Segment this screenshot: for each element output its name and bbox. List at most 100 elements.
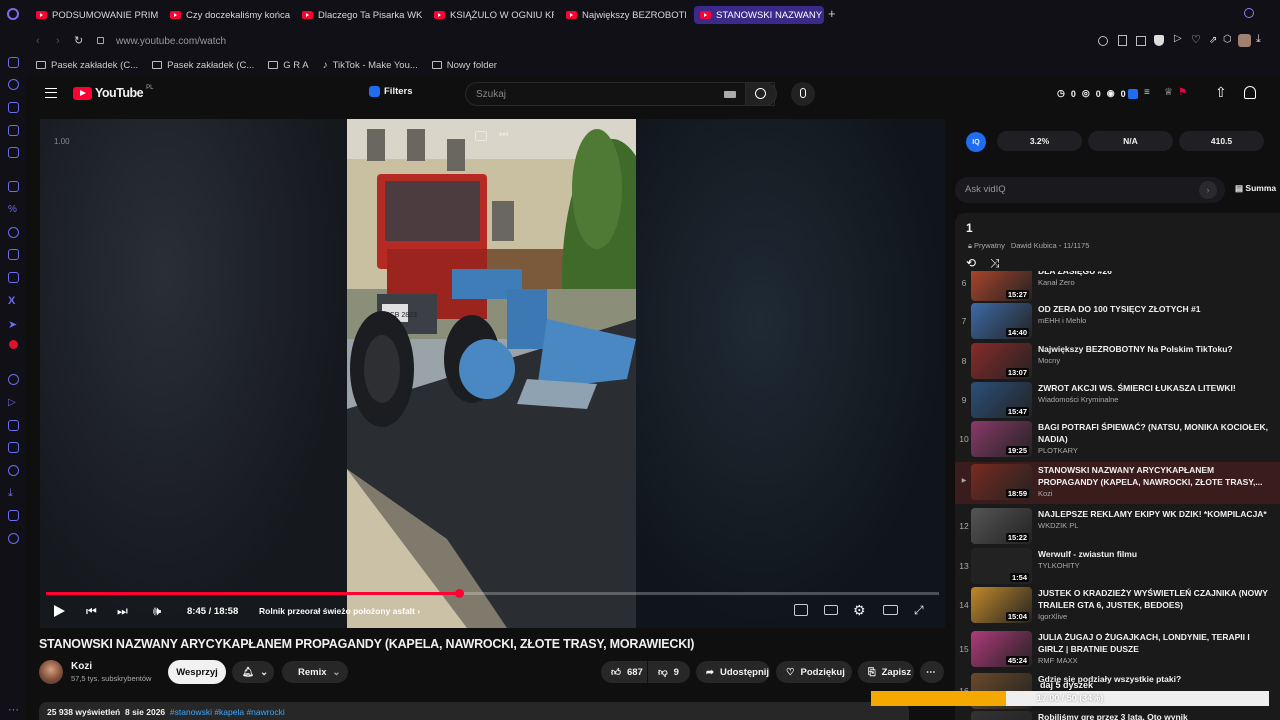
playlist-title[interactable]: 1 bbox=[966, 221, 973, 235]
playlist-item[interactable]: 8 13:07 Największy BEZROBOTNY Na Polskim T… bbox=[955, 341, 1280, 383]
channel-avatar[interactable] bbox=[39, 660, 63, 684]
browser-tab-active[interactable]: STANOWSKI NAZWANY AR bbox=[694, 6, 824, 24]
sidebar-app-icon[interactable]: % bbox=[8, 204, 19, 215]
save-button[interactable]: ⎘ Zapisz bbox=[858, 661, 914, 683]
sidebar-app-icon[interactable] bbox=[8, 102, 19, 113]
bookmark-folder[interactable]: Pasek zakładek (C... bbox=[152, 60, 254, 71]
sidebar-app-icon[interactable] bbox=[8, 147, 19, 158]
playlist-item[interactable]: ▶ 18:59 STANOWSKI NAZWANY ARYCYKAPŁANEM PR… bbox=[955, 462, 1280, 504]
play-button[interactable] bbox=[54, 605, 65, 617]
extension-icon[interactable] bbox=[1136, 36, 1146, 46]
channel-name[interactable]: Kozi bbox=[71, 661, 92, 672]
keyboard-icon[interactable] bbox=[724, 91, 736, 98]
notifications-button[interactable]: 🔔︎ ⌄ bbox=[232, 661, 274, 683]
alert-icon[interactable]: ⚑ bbox=[1178, 87, 1187, 98]
settings-gear-icon[interactable]: ⚙ bbox=[853, 602, 866, 619]
volume-icon[interactable]: 🕪 bbox=[153, 603, 161, 619]
shield-icon[interactable] bbox=[1154, 35, 1164, 46]
vidiq-player-icon[interactable] bbox=[794, 604, 808, 616]
youtube-logo[interactable]: YouTube PL bbox=[73, 85, 153, 100]
next-button[interactable]: ⏭ bbox=[117, 604, 128, 619]
bookmark-folder[interactable]: Pasek zakładek (C... bbox=[36, 60, 138, 71]
playlist-item[interactable]: 15 45:24 JULIA ŻUGAJ O ŻUGAJKACH, LONDYNIE… bbox=[955, 629, 1280, 671]
sidebar-messenger-icon[interactable] bbox=[8, 227, 19, 238]
sidebar-x-icon[interactable]: X bbox=[8, 295, 19, 307]
skip-icon[interactable]: ⏭ bbox=[499, 129, 508, 140]
bookmark-folder[interactable]: Nowy folder bbox=[431, 60, 497, 71]
search-tabs-icon[interactable] bbox=[1244, 8, 1254, 18]
ask-send-button[interactable]: › bbox=[1199, 181, 1217, 199]
fullscreen-icon[interactable]: ⤢ bbox=[914, 603, 924, 618]
miniplayer-icon[interactable] bbox=[475, 131, 487, 141]
play-extension-icon[interactable]: ▷ bbox=[1174, 33, 1182, 44]
sidebar-chat-icon[interactable] bbox=[8, 181, 19, 192]
playlist-item[interactable]: 12 15:22 NAJLEPSZE REKLAMY EKIPY WK DZIK! … bbox=[955, 506, 1280, 548]
sidebar-discord-icon[interactable] bbox=[8, 249, 19, 260]
sidebar-instagram-icon[interactable] bbox=[8, 272, 19, 283]
filters-button[interactable]: Filters bbox=[369, 86, 413, 97]
chapter-title[interactable]: Rolnik przeorał świeżo położony asfalt › bbox=[259, 606, 420, 616]
extension-icon[interactable]: ⇗ bbox=[1209, 35, 1217, 46]
sidebar-app-icon[interactable] bbox=[8, 510, 19, 521]
voice-search-button[interactable] bbox=[791, 82, 815, 106]
sidebar-app-icon[interactable] bbox=[8, 125, 19, 136]
sidebar-notification-badge-icon[interactable] bbox=[9, 340, 18, 349]
list-icon[interactable]: ≡ bbox=[1144, 87, 1150, 98]
forward-icon[interactable]: › bbox=[56, 35, 60, 47]
remix-button[interactable]: Remix ⌄ bbox=[282, 661, 348, 683]
playlist-item[interactable]: 6 15:27 DLA ZASIĘGU #26 Kanał Zero bbox=[955, 271, 1280, 305]
theater-mode-icon[interactable] bbox=[883, 605, 898, 615]
search-button[interactable] bbox=[745, 82, 777, 106]
playlist-item[interactable]: 7 14:40 OD ZERA DO 100 TYSIĘCY ZŁOTYCH #1 m… bbox=[955, 301, 1280, 343]
dislike-button[interactable]: 👎︎ 9 bbox=[648, 661, 690, 683]
progress-track[interactable] bbox=[46, 589, 939, 598]
browser-tab[interactable]: Czy doczekaliśmy końca U bbox=[170, 6, 290, 24]
sidebar-history-icon[interactable] bbox=[8, 79, 19, 90]
sidebar-download-icon[interactable]: ⤓ bbox=[8, 487, 19, 499]
sidebar-app-icon[interactable] bbox=[8, 442, 19, 453]
download-icon[interactable]: ⤓ bbox=[1256, 33, 1261, 46]
playlist-item[interactable]: 10 19:25 BAGI POTRAFI ŚPIEWAĆ? (NATSU, MON… bbox=[955, 419, 1280, 461]
reload-icon[interactable]: ↻ bbox=[74, 34, 83, 47]
browser-tab[interactable]: PODSUMOWANIE PRIME M bbox=[36, 6, 158, 24]
video-player[interactable]: 1.00 KCB 2823 ⏭ ⏮ ⏭ 🕪 8:45 / 18:58 Rolni… bbox=[40, 119, 945, 628]
browser-tab[interactable]: Dlaczego Ta Pisarka WKUR bbox=[302, 6, 422, 24]
bookmark-folder[interactable]: G R A bbox=[268, 60, 309, 71]
summary-button[interactable]: ▤ Summa bbox=[1235, 183, 1276, 194]
subtitles-icon[interactable] bbox=[824, 605, 838, 615]
url-field[interactable]: www.youtube.com/watch bbox=[116, 36, 226, 47]
shuffle-icon[interactable]: ⤨ bbox=[990, 256, 1000, 271]
browser-menu-icon[interactable] bbox=[7, 8, 19, 20]
sidebar-telegram-icon[interactable]: ➤ bbox=[8, 318, 19, 331]
hashtags[interactable]: #stanowski #kapela #nawrocki bbox=[170, 707, 285, 717]
sidebar-more-icon[interactable]: ⋯ bbox=[8, 703, 19, 716]
new-tab-button[interactable]: + bbox=[828, 6, 836, 21]
like-button[interactable]: 👍︎ 687 bbox=[601, 661, 647, 683]
vidiq-badge-icon[interactable] bbox=[1128, 89, 1138, 99]
back-icon[interactable]: ‹ bbox=[36, 35, 40, 47]
support-button[interactable]: Wesprzyj bbox=[168, 660, 226, 684]
more-actions-button[interactable]: ⋯ bbox=[920, 661, 944, 683]
notifications-bell-icon[interactable] bbox=[1244, 86, 1256, 99]
playlist-item[interactable]: 13 1:54 Werwulf - zwiastun filmu TYLKOHITY bbox=[955, 546, 1280, 588]
puzzle-icon[interactable]: ⬡ bbox=[1223, 34, 1232, 45]
browser-tab[interactable]: KSIĄŻULO W OGNIU KRYT bbox=[434, 6, 554, 24]
zoom-icon[interactable] bbox=[1098, 36, 1108, 46]
upload-icon[interactable]: ⇧ bbox=[1215, 84, 1227, 101]
previous-button[interactable]: ⏮ bbox=[86, 604, 97, 619]
playlist-item[interactable]: 14 15:04 JUSTEK O KRADZIEŻY WYŚWIETLEŃ CZA… bbox=[955, 585, 1280, 627]
sidebar-clock-icon[interactable] bbox=[8, 465, 19, 476]
profile-avatar-icon[interactable] bbox=[1238, 34, 1251, 47]
heart-icon[interactable]: ♡ bbox=[1191, 33, 1201, 46]
sidebar-settings-icon[interactable] bbox=[8, 533, 19, 544]
sidebar-app-icon[interactable] bbox=[8, 420, 19, 431]
hamburger-menu-icon[interactable] bbox=[45, 88, 57, 98]
playlist-item[interactable]: 9 15:47 ZWROT AKCJI WS. ŚMIERCI ŁUKASZA LI… bbox=[955, 380, 1280, 422]
sidebar-app-icon[interactable] bbox=[8, 57, 19, 68]
sidebar-app-icon[interactable] bbox=[8, 374, 19, 385]
bookmark-link[interactable]: ♪ TikTok - Make You... bbox=[323, 60, 418, 71]
browser-tab[interactable]: Największy BEZROBOTNY bbox=[566, 6, 686, 24]
share-button[interactable]: ➦ Udostępnij bbox=[696, 661, 770, 683]
loop-icon[interactable]: ⟲ bbox=[966, 256, 976, 270]
thanks-button[interactable]: ♡ Podziękuj bbox=[776, 661, 852, 683]
